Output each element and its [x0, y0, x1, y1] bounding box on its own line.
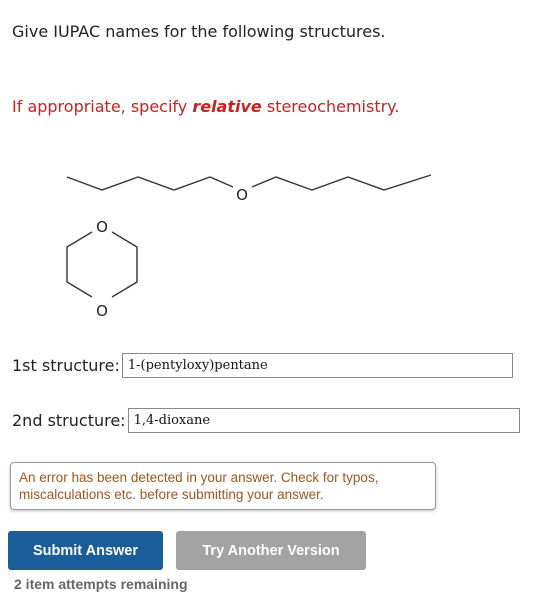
structure-1-skeletal [66, 174, 432, 191]
stereo-emphasis: relative [192, 97, 262, 116]
structure-1-oxygen: O [236, 186, 248, 204]
structures-drawing: O O O [66, 174, 432, 320]
structure-2-oxygen-bottom: O [96, 302, 108, 320]
attempts-remaining: 2 item attempts remaining [14, 576, 188, 592]
structure-2-ring [66, 231, 138, 298]
answer-label-2: 2nd structure: [12, 411, 126, 430]
stereo-text-after: stereochemistry. [261, 97, 400, 116]
error-message: An error has been detected in your answe… [10, 462, 436, 510]
stereo-text-before: If appropriate, specify [12, 97, 193, 116]
answer-input-2[interactable] [127, 408, 520, 433]
stereochemistry-instruction: If appropriate, specify relative stereoc… [12, 97, 399, 116]
question-prompt: Give IUPAC names for the following struc… [12, 22, 386, 41]
submit-answer-button[interactable]: Submit Answer [8, 531, 163, 570]
answer-input-1[interactable] [121, 353, 513, 378]
answer-label-1: 1st structure: [12, 356, 120, 375]
answer-row-1: 1st structure: [12, 353, 513, 378]
structure-2-oxygen-top: O [96, 218, 108, 236]
answer-row-2: 2nd structure: [12, 408, 520, 433]
try-another-version-button[interactable]: Try Another Version [176, 531, 366, 570]
